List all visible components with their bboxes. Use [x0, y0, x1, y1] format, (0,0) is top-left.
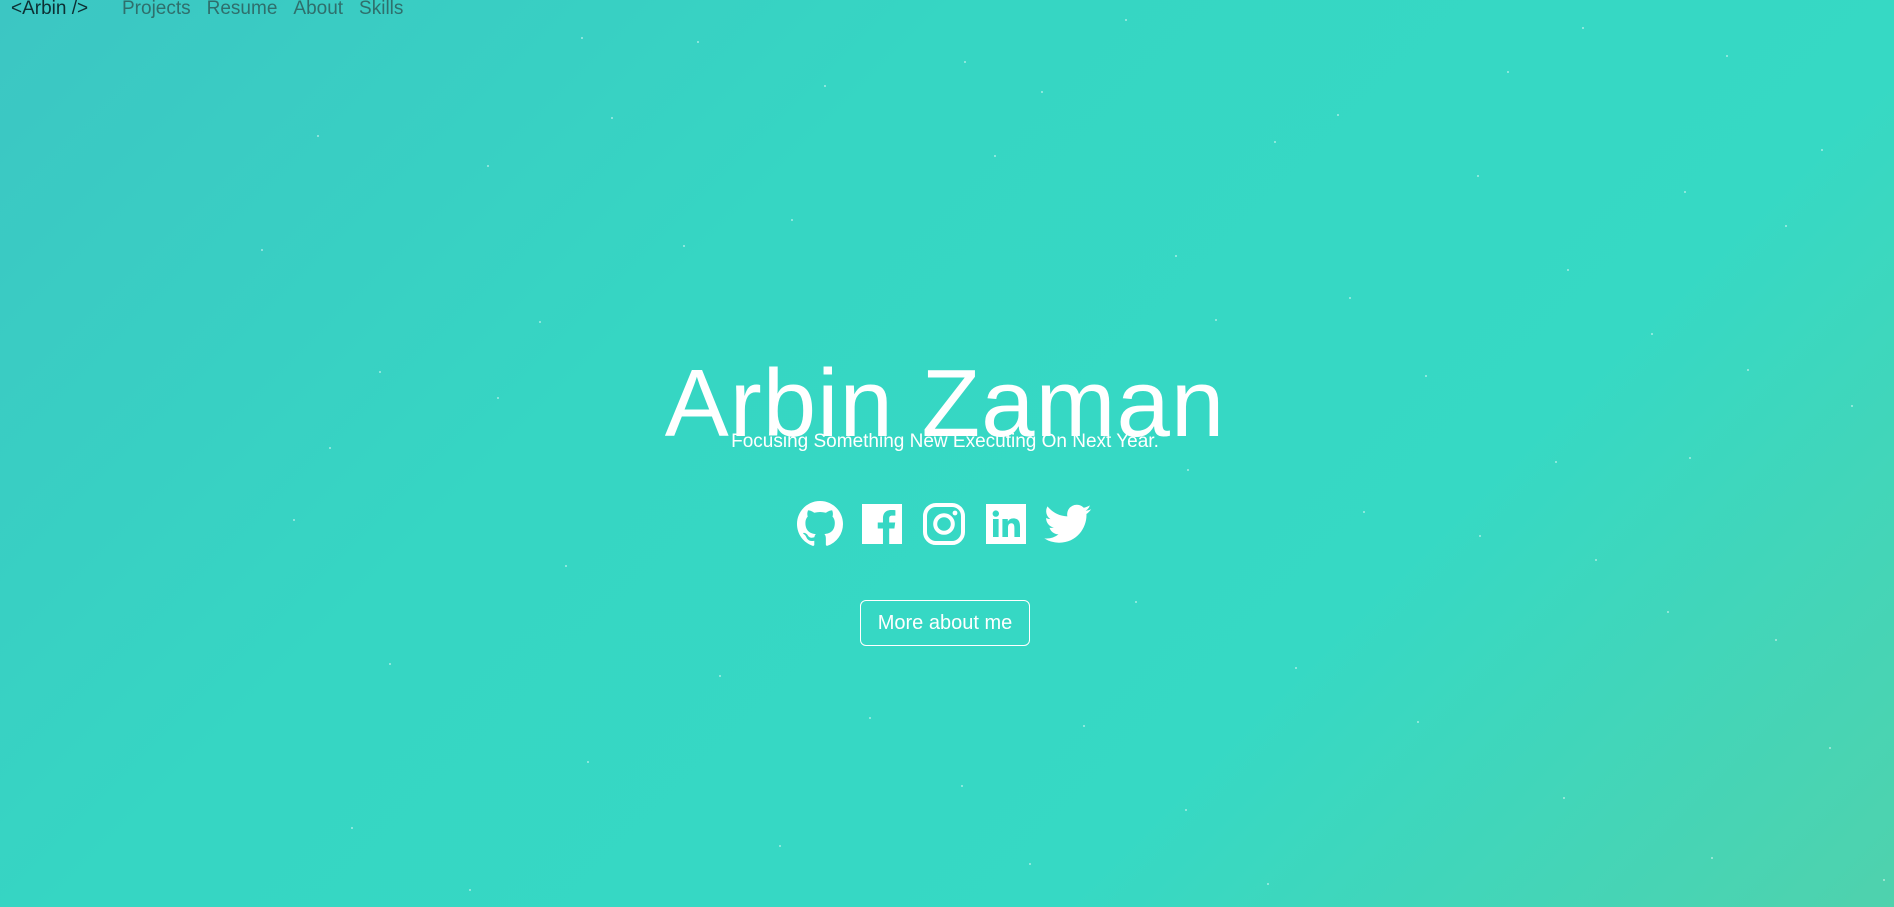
facebook-icon — [862, 504, 902, 544]
nav-links: Projects Resume About Skills — [122, 0, 403, 20]
nav-link-about[interactable]: About — [293, 0, 343, 20]
nav-link-resume[interactable]: Resume — [207, 0, 278, 20]
linkedin-link[interactable] — [982, 500, 1030, 548]
twitter-icon — [1044, 504, 1092, 543]
github-link[interactable] — [796, 500, 844, 548]
brand-logo[interactable]: <Arbin /> — [11, 0, 88, 20]
twitter-link[interactable] — [1044, 500, 1092, 548]
nav-link-skills[interactable]: Skills — [359, 0, 403, 20]
nav-link-projects[interactable]: Projects — [122, 0, 191, 20]
instagram-link[interactable] — [920, 500, 968, 548]
social-links — [796, 500, 1092, 548]
facebook-link[interactable] — [858, 500, 906, 548]
more-about-me-button[interactable]: More about me — [860, 600, 1030, 646]
instagram-icon — [923, 503, 965, 545]
github-icon — [797, 501, 843, 546]
linkedin-icon — [986, 504, 1026, 544]
hero-subtitle: Focusing Something New Executing On Next… — [731, 431, 1159, 452]
